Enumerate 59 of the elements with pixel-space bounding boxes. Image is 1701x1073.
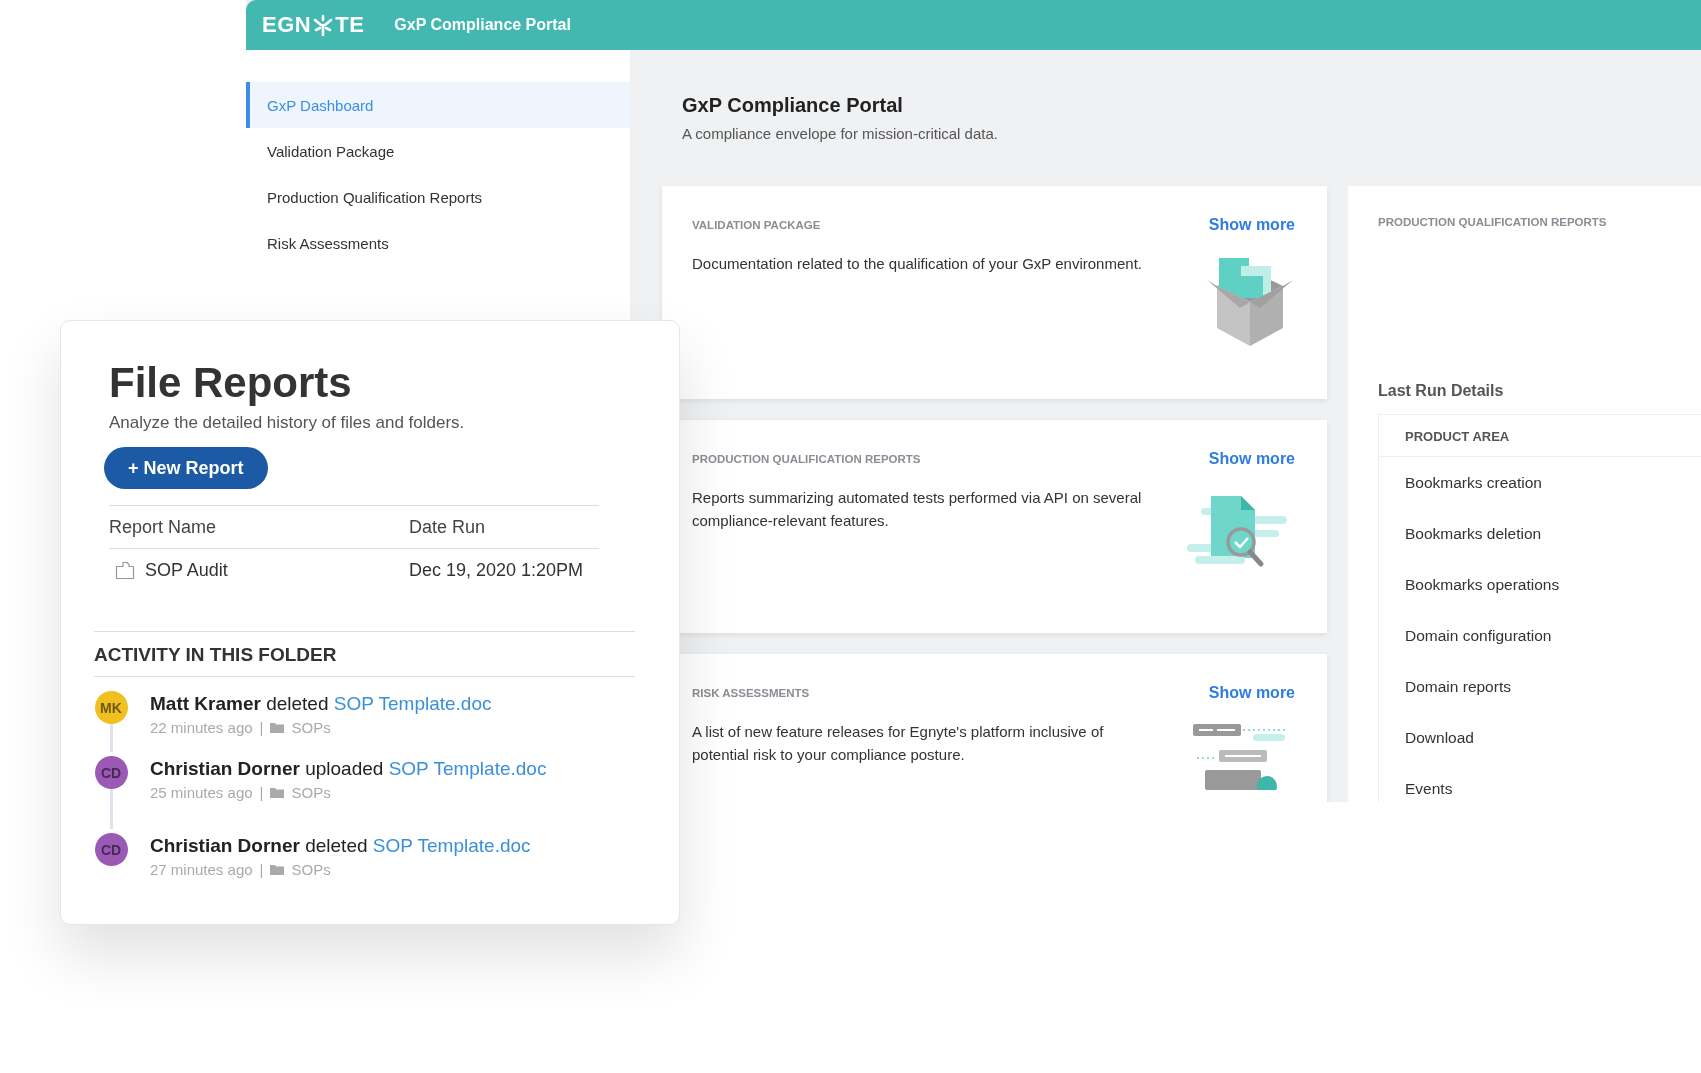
sidebar-item[interactable]: Risk Assessments <box>246 220 630 266</box>
separator: | <box>259 719 264 736</box>
table-cell-text: Domain configuration <box>1404 625 1553 646</box>
activity-text: Christian Dorner deleted SOP Template.doc <box>150 835 531 857</box>
timestamp: 22 minutes ago <box>150 719 253 736</box>
table-cell-text: Bookmarks creation <box>1404 472 1543 493</box>
avatar: CD <box>94 756 128 789</box>
folder-name[interactable]: SOPs <box>291 861 331 878</box>
card-title: File Reports <box>109 359 353 407</box>
show-more-link[interactable]: Show more <box>1208 684 1295 702</box>
file-link[interactable]: SOP Template.doc <box>333 693 492 714</box>
column-header: Report Name <box>109 516 218 538</box>
column-header: Date Run <box>409 516 487 538</box>
panel-heading: PRODUCTION QUALIFICATION REPORTS <box>1378 216 1608 228</box>
table-cell-text: Download <box>1404 727 1475 748</box>
card-description: A list of new feature releases for Egnyte's platform inclusive of potential risk to your compliance posture. <box>692 722 1105 765</box>
avatar: MK <box>94 691 128 724</box>
logo-text: TE <box>335 12 365 38</box>
file-link[interactable]: SOP Template.doc <box>372 835 531 856</box>
table-cell-text: Bookmarks deletion <box>1404 523 1543 544</box>
timestamp: 27 minutes ago <box>150 861 253 878</box>
section-title: Last Run Details <box>1378 382 1505 400</box>
show-more-link[interactable]: Show more <box>1208 450 1295 468</box>
table-cell-text: Bookmarks operations <box>1404 574 1561 595</box>
logo-icon <box>312 14 335 36</box>
show-more-link[interactable]: Show more <box>1208 216 1295 234</box>
sidebar-item[interactable]: GxP Dashboard <box>246 82 630 128</box>
sidebar-item[interactable]: Validation Package <box>246 128 630 174</box>
folder-name[interactable]: SOPs <box>291 719 331 736</box>
section-heading: ACTIVITY IN THIS FOLDER <box>94 644 635 677</box>
page-subtitle: A compliance envelope for mission-critical data. <box>682 125 999 142</box>
folder-outline-icon <box>115 560 135 580</box>
timestamp: 25 minutes ago <box>150 784 253 801</box>
portal-title: GxP Compliance Portal <box>394 16 571 34</box>
activity-text: Matt Kramer deleted SOP Template.doc <box>150 693 492 715</box>
table-cell-text: Events <box>1404 778 1454 799</box>
activity-text: Christian Dorner uploaded SOP Template.doc <box>150 758 547 780</box>
report-name[interactable]: SOP Audit <box>145 559 228 581</box>
card-description: Documentation related to the qualification of your GxP environment. <box>692 254 1142 274</box>
card-description: Reports summarizing automated tests performed via API on several compliance-relevant features. <box>692 488 1142 531</box>
table-cell-text: Domain reports <box>1404 676 1512 697</box>
card-heading: PRODUCTION QUALIFICATION REPORTS <box>692 453 921 465</box>
logo-text: EGN <box>262 12 312 38</box>
card-heading: RISK ASSESSMENTS <box>692 687 810 699</box>
card-subtitle: Analyze the detailed history of files and folders. <box>109 413 466 433</box>
avatar: CD <box>94 833 128 866</box>
folder-icon <box>270 787 285 798</box>
separator: | <box>259 784 264 801</box>
folder-name[interactable]: SOPs <box>291 784 331 801</box>
card-heading: VALIDATION PACKAGE <box>692 219 821 231</box>
file-link[interactable]: SOP Template.doc <box>388 758 547 779</box>
column-header: PRODUCT AREA <box>1379 414 1701 457</box>
new-report-button[interactable]: + New Report <box>104 447 268 489</box>
folder-icon <box>270 722 285 733</box>
sidebar-item[interactable]: Production Qualification Reports <box>246 174 630 220</box>
separator: | <box>259 861 264 878</box>
table-cell-text: Dec 19, 2020 1:20PM <box>409 559 585 581</box>
folder-icon <box>270 864 285 875</box>
page-title: GxP Compliance Portal <box>682 94 904 117</box>
